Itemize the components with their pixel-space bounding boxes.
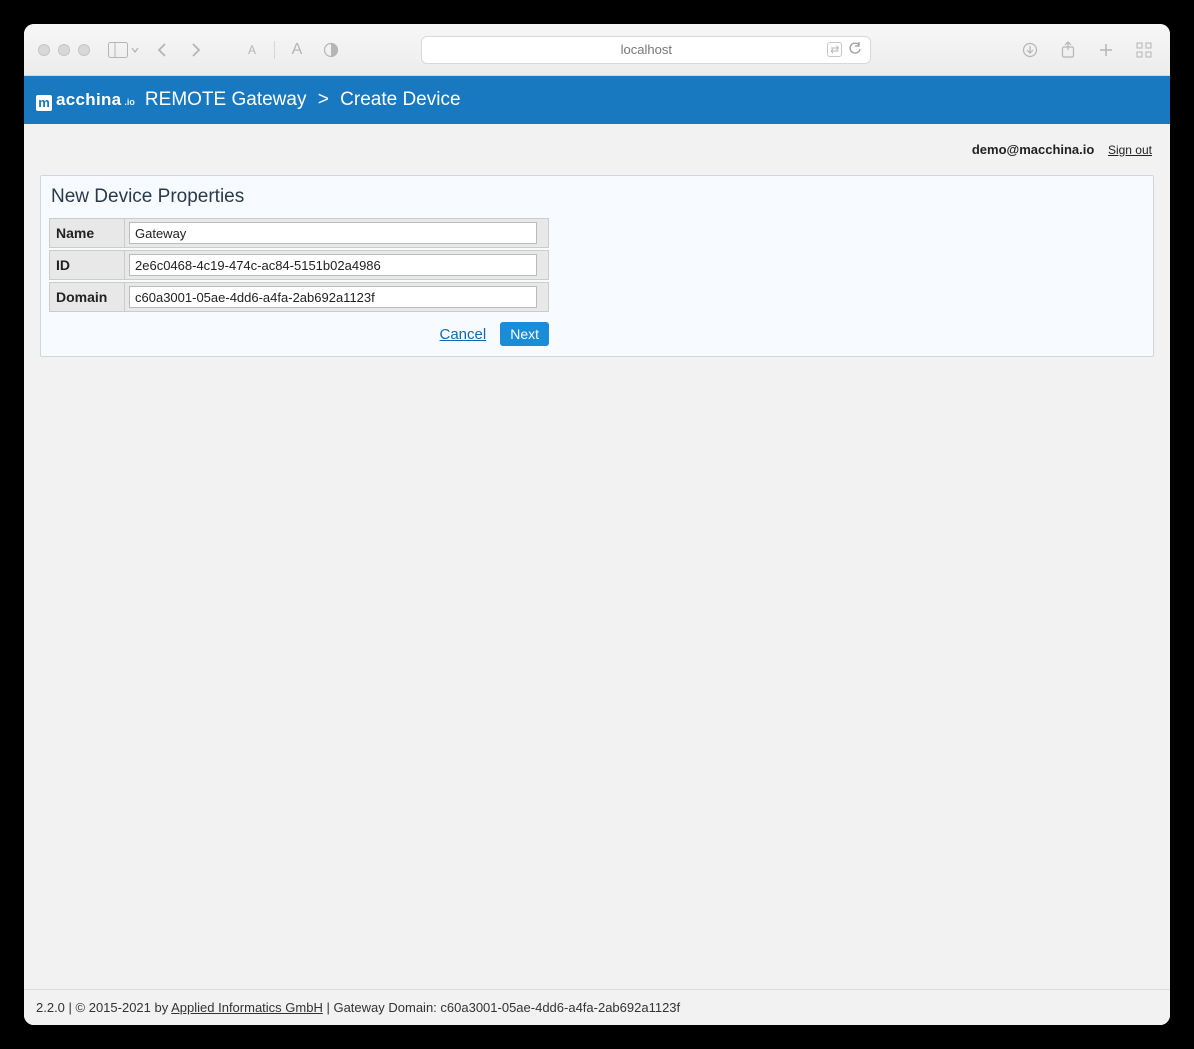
panel-title: New Device Properties bbox=[51, 186, 1145, 208]
cancel-link[interactable]: Cancel bbox=[440, 326, 487, 343]
name-label: Name bbox=[49, 218, 125, 248]
sidebar-icon bbox=[108, 42, 128, 58]
page-footer: 2.2.0 | © 2015-2021 by Applied Informati… bbox=[24, 989, 1170, 1025]
grid-icon bbox=[1136, 42, 1152, 58]
field-row-id: ID bbox=[49, 250, 549, 280]
chevron-down-icon bbox=[130, 45, 140, 55]
window-controls bbox=[38, 44, 90, 56]
url-host: localhost bbox=[621, 42, 672, 57]
app-header: m acchina .io REMOTE Gateway > Create De… bbox=[24, 76, 1170, 124]
breadcrumb-separator: > bbox=[318, 89, 329, 110]
browser-titlebar: A A localhost ⇄ bbox=[24, 24, 1170, 76]
chevron-right-icon bbox=[190, 42, 202, 58]
sign-out-link[interactable]: Sign out bbox=[1108, 143, 1152, 157]
address-bar[interactable]: localhost ⇄ bbox=[421, 36, 871, 64]
footer-version: 2.2.0 bbox=[36, 1000, 65, 1015]
minimize-window-icon[interactable] bbox=[58, 44, 70, 56]
translate-icon[interactable]: ⇄ bbox=[827, 42, 842, 57]
reload-icon[interactable] bbox=[848, 42, 862, 57]
footer-copyright-prefix: | © 2015-2021 by bbox=[65, 1000, 171, 1015]
user-bar: demo@macchina.io Sign out bbox=[40, 142, 1154, 157]
browser-window: A A localhost ⇄ bbox=[24, 24, 1170, 1025]
name-input[interactable] bbox=[129, 222, 537, 244]
logo-text: acchina bbox=[56, 90, 121, 110]
downloads-button[interactable] bbox=[1018, 38, 1042, 62]
reader-appearance-button[interactable] bbox=[319, 38, 343, 62]
footer-domain-prefix: | Gateway Domain: bbox=[323, 1000, 441, 1015]
text-size-small-button[interactable]: A bbox=[240, 38, 264, 62]
next-button[interactable]: Next bbox=[500, 322, 549, 346]
plus-icon bbox=[1098, 42, 1114, 58]
close-window-icon[interactable] bbox=[38, 44, 50, 56]
breadcrumb-page: Create Device bbox=[340, 89, 460, 110]
page-content: demo@macchina.io Sign out New Device Pro… bbox=[24, 124, 1170, 989]
device-properties-panel: New Device Properties Name ID Domain Can… bbox=[40, 175, 1154, 357]
chevron-left-icon bbox=[156, 42, 168, 58]
logo-mark: m bbox=[36, 95, 52, 111]
footer-domain-value: c60a3001-05ae-4dd6-a4fa-2ab692a1123f bbox=[440, 1000, 680, 1015]
domain-label: Domain bbox=[49, 282, 125, 312]
divider bbox=[274, 41, 275, 59]
download-icon bbox=[1022, 42, 1038, 58]
form-actions: Cancel Next bbox=[49, 322, 549, 346]
field-row-name: Name bbox=[49, 218, 549, 248]
domain-input[interactable] bbox=[129, 286, 537, 308]
back-button[interactable] bbox=[150, 38, 174, 62]
footer-company-link[interactable]: Applied Informatics GmbH bbox=[171, 1000, 323, 1015]
brand-logo[interactable]: m acchina .io bbox=[36, 90, 135, 110]
zoom-window-icon[interactable] bbox=[78, 44, 90, 56]
logo-suffix: .io bbox=[124, 97, 135, 107]
tab-overview-button[interactable] bbox=[1132, 38, 1156, 62]
forward-button[interactable] bbox=[184, 38, 208, 62]
breadcrumb-root[interactable]: REMOTE Gateway bbox=[145, 89, 307, 110]
device-form: Name ID Domain bbox=[49, 216, 549, 314]
id-input[interactable] bbox=[129, 254, 537, 276]
share-button[interactable] bbox=[1056, 38, 1080, 62]
user-email: demo@macchina.io bbox=[972, 142, 1094, 157]
breadcrumb: REMOTE Gateway > Create Device bbox=[145, 89, 461, 111]
sidebar-toggle[interactable] bbox=[108, 42, 140, 58]
id-label: ID bbox=[49, 250, 125, 280]
new-tab-button[interactable] bbox=[1094, 38, 1118, 62]
half-circle-icon bbox=[323, 42, 339, 58]
text-size-large-button[interactable]: A bbox=[285, 38, 309, 62]
field-row-domain: Domain bbox=[49, 282, 549, 312]
share-icon bbox=[1060, 41, 1076, 59]
